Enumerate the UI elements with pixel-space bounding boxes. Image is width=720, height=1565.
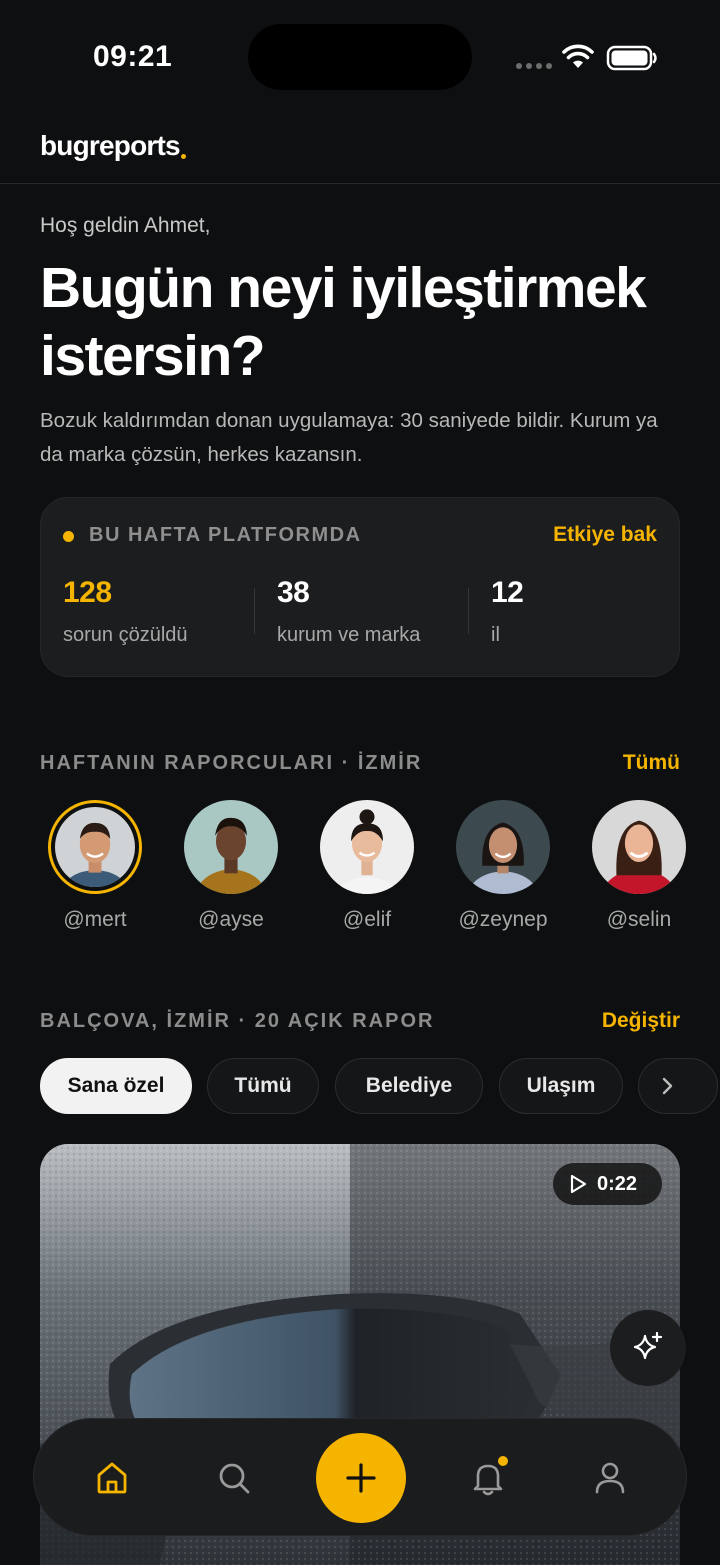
profile-icon (595, 1462, 625, 1494)
change-location-link[interactable]: Değiştir (602, 1009, 680, 1033)
plus-icon (346, 1463, 376, 1493)
reporter-handle: @selin (606, 908, 672, 931)
video-duration: 0:22 (597, 1172, 638, 1195)
stat-caption: il (491, 624, 500, 646)
stat-institutions: 38 kurum ve marka (277, 576, 420, 647)
stat-divider (468, 588, 469, 634)
sparkles-icon (633, 1331, 663, 1360)
stats-label: BU HAFTA PLATFORMDA (89, 524, 362, 546)
status-bar: 09:21 (0, 0, 720, 110)
play-icon (570, 1174, 587, 1194)
reports-section-title: BALÇOVA, İZMİR · 20 AÇIK RAPOR (40, 1010, 435, 1032)
reporters-section-title: HAFTANIN RAPORCULARI · İZMİR (40, 752, 423, 774)
app-logo[interactable]: bugreports (40, 130, 181, 162)
avatar (592, 800, 686, 894)
battery-icon (606, 45, 657, 71)
greeting-text: Hoş geldin Ahmet, (40, 214, 211, 237)
reporter-item[interactable]: @ayse (176, 800, 286, 932)
all-reporters-link[interactable]: Tümü (623, 751, 680, 775)
reporter-item[interactable]: @selin (584, 800, 694, 932)
reporter-item[interactable]: @elif (312, 800, 422, 932)
chips-scroll-button[interactable] (638, 1058, 718, 1114)
new-report-button[interactable] (316, 1433, 406, 1523)
stat-divider (254, 588, 255, 634)
status-time: 09:21 (93, 40, 173, 73)
stat-value: 38 (277, 576, 310, 609)
search-icon (219, 1463, 250, 1494)
chevron-right-icon (662, 1077, 673, 1095)
reporter-handle: @ayse (198, 908, 264, 931)
notification-badge (496, 1454, 510, 1468)
cellular-signal-icon (516, 63, 552, 69)
reporter-item[interactable]: @mert (40, 800, 150, 932)
stat-resolved: 128 sorun çözüldü (63, 576, 188, 647)
reporter-item[interactable]: @zeynep (448, 800, 558, 932)
stat-provinces: 12 il (491, 576, 524, 647)
view-impact-link[interactable]: Etkiye bak (553, 523, 657, 547)
nav-profile[interactable] (590, 1458, 630, 1498)
nav-search[interactable] (214, 1458, 254, 1498)
ai-assist-button[interactable] (610, 1310, 686, 1386)
reporters-list: @mert @ayse @elif @zeynep @selin (40, 800, 720, 940)
app-header: bugreports (0, 120, 720, 184)
reporter-handle: @zeynep (458, 908, 548, 931)
avatar (184, 800, 278, 894)
stat-value: 12 (491, 576, 524, 609)
nav-home[interactable] (92, 1458, 132, 1498)
video-duration-badge: 0:22 (553, 1163, 662, 1205)
chip-for-you[interactable]: Sana özel (40, 1058, 192, 1114)
reporter-handle: @elif (342, 908, 392, 931)
logo-dot (181, 154, 186, 159)
avatar (48, 800, 142, 894)
stat-caption: kurum ve marka (277, 624, 421, 646)
page-subtitle: Bozuk kaldırımdan donan uygulamaya: 30 s… (40, 409, 658, 466)
chip-transport[interactable]: Ulaşım (499, 1058, 623, 1114)
dynamic-island (248, 24, 472, 90)
live-dot-icon (63, 531, 74, 542)
bottom-navigation (33, 1418, 687, 1536)
wifi-icon (562, 44, 594, 68)
reporter-handle: @mert (63, 908, 127, 931)
chip-all[interactable]: Tümü (207, 1058, 319, 1114)
weekly-stats-card: BU HAFTA PLATFORMDA Etkiye bak 128 sorun… (40, 497, 680, 677)
chip-municipality[interactable]: Belediye (335, 1058, 483, 1114)
stat-value: 128 (63, 576, 112, 609)
home-icon (97, 1462, 127, 1494)
avatar (320, 800, 414, 894)
nav-notifications[interactable] (468, 1454, 510, 1498)
category-chips: Sana özel Tümü Belediye Ulaşım (40, 1058, 720, 1116)
page-title: Bugün neyi iyileştirmek istersin? (40, 256, 647, 388)
stat-caption: sorun çözüldü (63, 624, 188, 646)
avatar (456, 800, 550, 894)
